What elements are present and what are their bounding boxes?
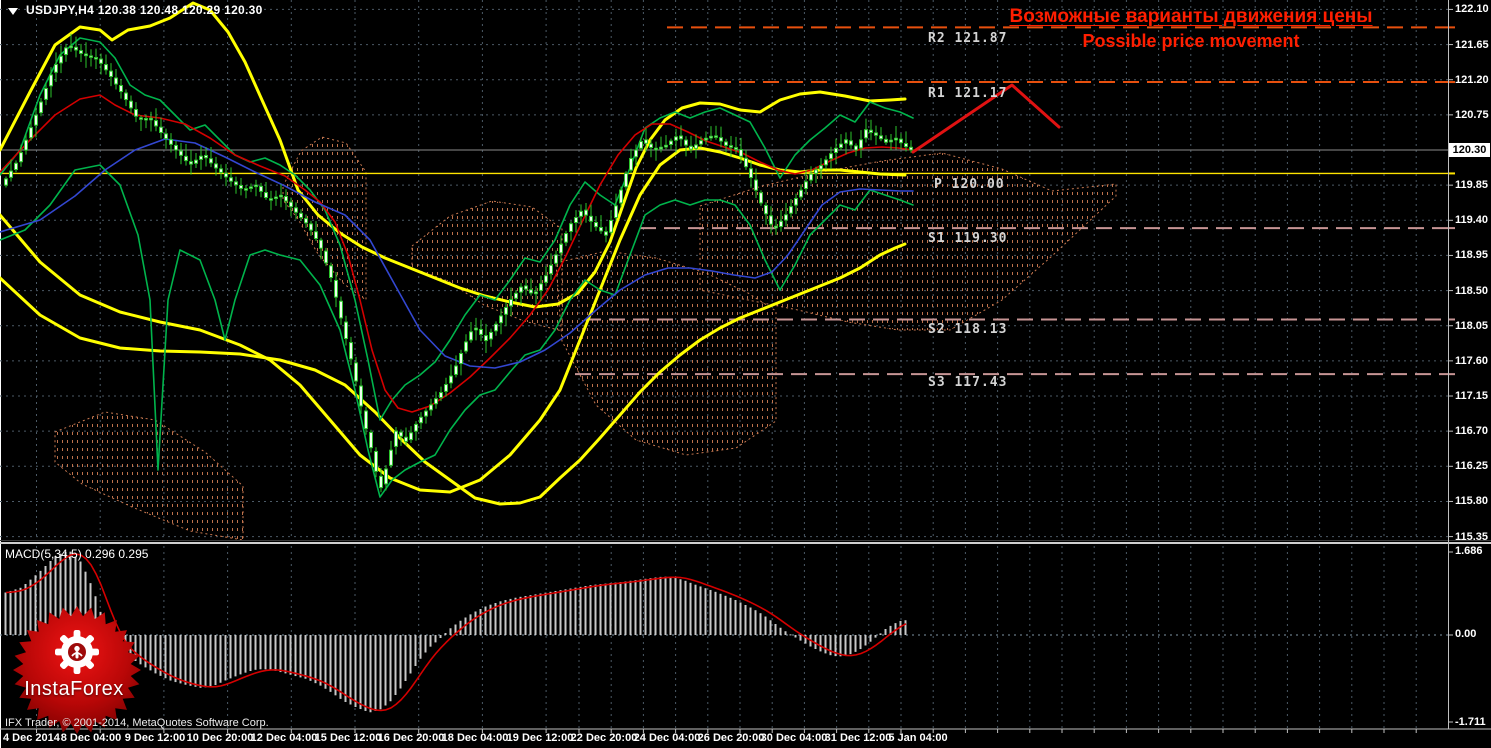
- mt4-chart-window: USDJPY,H4 120.38 120.48 120.29 120.30 Во…: [0, 0, 1491, 748]
- symbol-dropdown-icon[interactable]: [8, 7, 18, 15]
- price-axis-label: 121.20: [1455, 73, 1489, 86]
- pivot-label-s2: S2 118.13: [928, 322, 1008, 337]
- time-axis-label: 18 Dec 04:00: [441, 732, 509, 744]
- price-axis-label: 116.70: [1455, 425, 1489, 438]
- current-price-badge: 120.30: [1449, 143, 1490, 157]
- chart-canvas[interactable]: [0, 0, 1491, 748]
- macd-axis-label: 1.686: [1455, 545, 1483, 557]
- macd-indicator-title: MACD(5,34,5) 0.296 0.295: [5, 547, 149, 561]
- platform-credit: IFX Trader, © 2001-2014, MetaQuotes Soft…: [5, 717, 269, 729]
- price-axis-label: 118.95: [1455, 249, 1489, 262]
- pivot-label-s1: S1 119.30: [928, 231, 1008, 246]
- pivot-label-p: P 120.00: [934, 177, 1005, 192]
- time-axis-label: 9 Dec 12:00: [124, 732, 186, 744]
- price-axis-label: 115.35: [1455, 530, 1489, 543]
- time-axis-label: 16 Dec 20:00: [377, 732, 445, 744]
- price-axis-label: 121.65: [1455, 38, 1489, 51]
- price-axis-label: 118.05: [1455, 319, 1489, 332]
- time-axis-label: 26 Dec 20:00: [697, 732, 765, 744]
- time-axis-label: 12 Dec 04:00: [250, 732, 318, 744]
- time-axis-label: 10 Dec 20:00: [186, 732, 254, 744]
- ichimoku-cloud-layer: [54, 136, 1117, 541]
- instaforex-logo-text: InstaForex: [24, 678, 124, 700]
- time-axis-label: 4 Dec 2014: [3, 732, 60, 744]
- time-axis-label: 5 Jan 04:00: [888, 732, 948, 744]
- annotation-english: Possible price movement: [1082, 31, 1300, 51]
- price-axis-label: 122.10: [1455, 3, 1489, 16]
- price-axis-label: 120.75: [1455, 108, 1489, 121]
- chart-title-text: USDJPY,H4 120.38 120.48 120.29 120.30: [26, 3, 263, 17]
- price-axis-label: 118.50: [1455, 284, 1489, 297]
- price-axis-label: 119.40: [1455, 214, 1489, 227]
- price-axis-label: 117.15: [1455, 390, 1489, 402]
- time-axis-label: 15 Dec 12:00: [314, 732, 382, 744]
- macd-axis-label: -1.711: [1455, 716, 1486, 728]
- chart-title-bar: USDJPY,H4 120.38 120.48 120.29 120.30: [5, 3, 263, 17]
- price-axis-label: 117.60: [1455, 354, 1489, 367]
- annotation-russian: Возможные варианты движения цены: [1009, 6, 1373, 27]
- price-axis-label: 115.80: [1455, 495, 1489, 508]
- time-axis-label: 31 Dec 12:00: [824, 732, 892, 744]
- time-axis-label: 22 Dec 20:00: [570, 732, 638, 744]
- price-axis-label: 119.85: [1455, 179, 1489, 192]
- time-axis-label: 19 Dec 12:00: [506, 732, 574, 744]
- pivot-label-r1: R1 121.17: [928, 86, 1008, 101]
- time-axis-label: 30 Dec 04:00: [760, 732, 828, 744]
- time-axis-label: 24 Dec 04:00: [633, 732, 701, 744]
- macd-axis-label: 0.00: [1455, 628, 1477, 640]
- time-axis-label: 8 Dec 04:00: [60, 732, 122, 744]
- price-axis-label: 116.25: [1455, 460, 1489, 473]
- pivot-label-s3: S3 117.43: [928, 375, 1008, 390]
